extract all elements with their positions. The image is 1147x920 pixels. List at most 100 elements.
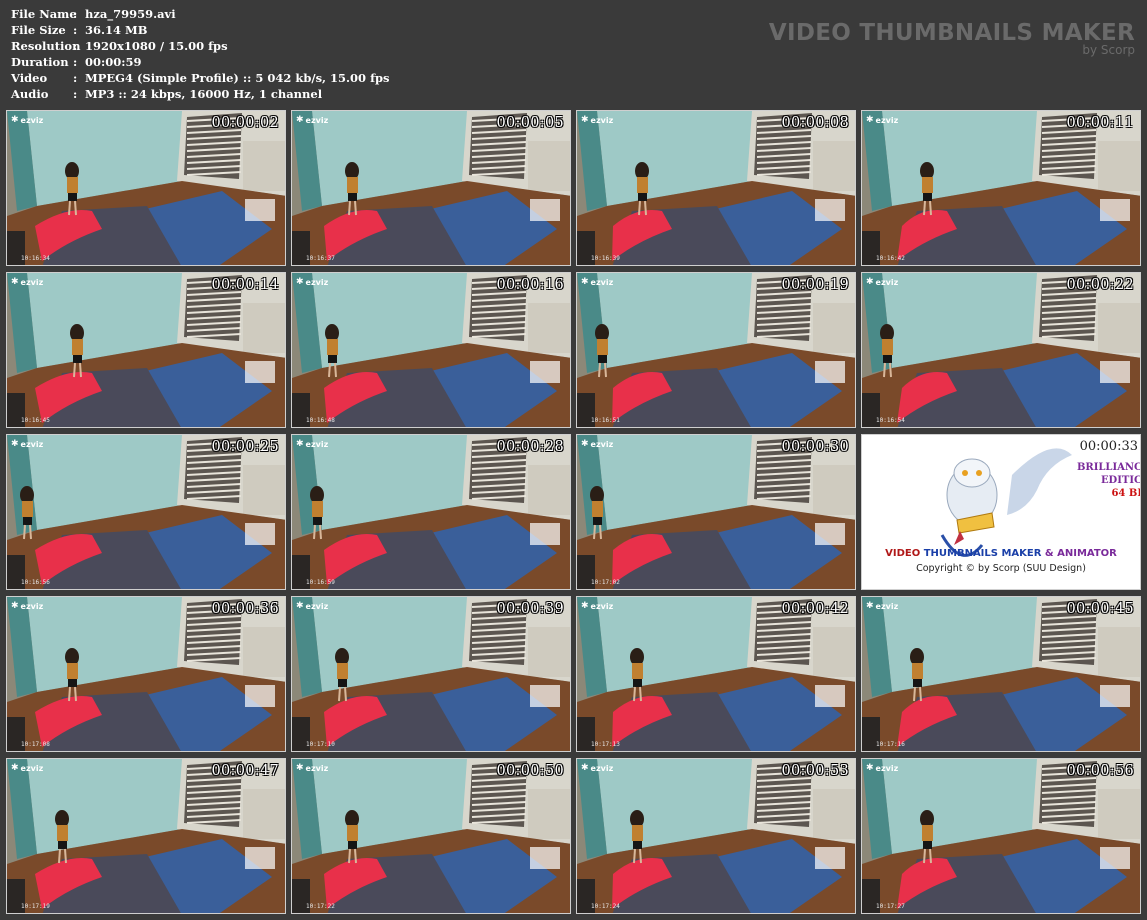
room-scene-image (7, 273, 285, 427)
camera-clock: 10:17:08 (21, 741, 50, 748)
camera-watermark: ✱ ezviz (11, 439, 43, 449)
room-scene-image (292, 273, 570, 427)
file-info-label: Resolution (11, 39, 81, 53)
ezviz-logo-icon: ✱ (581, 277, 589, 287)
thumbnail-timestamp: 00:00:14 (211, 277, 279, 293)
thumbnail-timestamp: 00:00:30 (781, 439, 849, 455)
file-info-colon: : (73, 23, 78, 37)
camera-brand-label: ezviz (305, 601, 329, 611)
video-thumbnail: ✱ ezviz 00:00:25 10:16:56 (6, 434, 286, 590)
camera-watermark: ✱ ezviz (296, 439, 328, 449)
file-info-label: Duration (11, 55, 69, 69)
ezviz-logo-icon: ✱ (296, 439, 304, 449)
file-info-label: File Name (11, 7, 77, 21)
camera-watermark: ✱ ezviz (11, 277, 43, 287)
camera-watermark: ✱ ezviz (581, 601, 613, 611)
file-info-colon: : (73, 7, 78, 21)
room-scene-image (862, 273, 1140, 427)
camera-clock: 10:17:02 (591, 579, 620, 586)
thumbnail-timestamp: 00:00:16 (496, 277, 564, 293)
camera-brand-label: ezviz (20, 115, 44, 125)
thumbnail-timestamp: 00:00:36 (211, 601, 279, 617)
thumbnail-timestamp: 00:00:33 (1079, 439, 1138, 454)
camera-brand-label: ezviz (20, 601, 44, 611)
camera-watermark: ✱ ezviz (866, 763, 898, 773)
camera-clock: 10:16:51 (591, 417, 620, 424)
camera-clock: 10:17:16 (876, 741, 905, 748)
room-scene-image (292, 111, 570, 265)
ezviz-logo-icon: ✱ (11, 115, 19, 125)
video-thumbnail: ✱ ezviz 00:00:36 10:17:08 (6, 596, 286, 752)
camera-brand-label: ezviz (305, 763, 329, 773)
camera-brand-label: ezviz (20, 439, 44, 449)
thumbnail-timestamp: 00:00:39 (496, 601, 564, 617)
room-scene-image (577, 273, 855, 427)
camera-watermark: ✱ ezviz (11, 601, 43, 611)
brand-watermark: VIDEO THUMBNAILS MAKER by Scorp (769, 20, 1135, 56)
video-thumbnail: ✱ ezviz 00:00:22 10:16:54 (861, 272, 1141, 428)
camera-brand-label: ezviz (20, 763, 44, 773)
camera-clock: 10:17:19 (21, 903, 50, 910)
thumbnail-timestamp: 00:00:25 (211, 439, 279, 455)
camera-watermark: ✱ ezviz (581, 115, 613, 125)
video-thumbnail: ✱ ezviz 00:00:05 10:16:37 (291, 110, 571, 266)
edition-text: EDITIC (1100, 475, 1141, 486)
file-info-colon: : (73, 39, 78, 53)
room-scene-image (292, 759, 570, 913)
ezviz-logo-icon: ✱ (11, 763, 19, 773)
camera-clock: 10:16:42 (876, 255, 905, 262)
video-thumbnail: ✱ ezviz 00:00:45 10:17:16 (861, 596, 1141, 752)
file-info: File Name: hza_79959.avi File Size:36.14 M… (11, 6, 390, 102)
camera-brand-label: ezviz (590, 601, 614, 611)
thumbnail-timestamp: 00:00:19 (781, 277, 849, 293)
thumbnail-timestamp: 00:00:50 (496, 763, 564, 779)
camera-clock: 10:16:45 (21, 417, 50, 424)
thumbnail-grid: ✱ ezviz 00:00:02 10:16:34 ✱ ezviz 00:00:05 10:… (6, 110, 1144, 916)
room-scene-image (7, 759, 285, 913)
camera-watermark: ✱ ezviz (581, 439, 613, 449)
edition-text: BRILLIANC (1076, 462, 1141, 473)
camera-clock: 10:16:54 (876, 417, 905, 424)
camera-watermark: ✱ ezviz (11, 115, 43, 125)
ezviz-logo-icon: ✱ (581, 115, 589, 125)
file-info-row: Duration:00:00:59 (11, 54, 390, 70)
camera-clock: 10:16:48 (306, 417, 335, 424)
camera-watermark: ✱ ezviz (866, 277, 898, 287)
camera-watermark: ✱ ezviz (296, 277, 328, 287)
ezviz-logo-icon: ✱ (581, 601, 589, 611)
camera-watermark: ✱ ezviz (866, 601, 898, 611)
logo-product-word: VIDEO (885, 548, 924, 559)
camera-brand-label: ezviz (875, 763, 899, 773)
file-info-colon: : (73, 71, 78, 85)
video-thumbnail: ✱ ezviz 00:00:28 10:16:59 (291, 434, 571, 590)
ezviz-logo-icon: ✱ (866, 115, 874, 125)
thumbnail-timestamp: 00:00:45 (1066, 601, 1134, 617)
ezviz-logo-icon: ✱ (866, 601, 874, 611)
thumbnail-timestamp: 00:00:42 (781, 601, 849, 617)
file-info-value: 36.14 MB (85, 23, 148, 37)
file-info-row: File Size:36.14 MB (11, 22, 390, 38)
camera-clock: 10:17:22 (306, 903, 335, 910)
file-info-value: hza_79959.avi (85, 7, 176, 21)
camera-clock: 10:16:34 (21, 255, 50, 262)
room-scene-image (577, 597, 855, 751)
brand-title: VIDEO THUMBNAILS MAKER (768, 20, 1135, 46)
video-thumbnail: ✱ ezviz 00:00:14 10:16:45 (6, 272, 286, 428)
thumbnail-timestamp: 00:00:08 (781, 115, 849, 131)
ezviz-logo-icon: ✱ (296, 601, 304, 611)
camera-watermark: ✱ ezviz (296, 115, 328, 125)
video-thumbnail: ✱ ezviz 00:00:11 10:16:42 (861, 110, 1141, 266)
room-scene-image (577, 435, 855, 589)
file-info-row: Audio: MP3 :: 24 kbps, 16000 Hz, 1 channe… (11, 86, 390, 102)
logo-product-word: THUMBNAILS MAKER (923, 548, 1042, 559)
camera-watermark: ✱ ezviz (296, 601, 328, 611)
camera-watermark: ✱ ezviz (581, 277, 613, 287)
video-thumbnail: ✱ ezviz 00:00:56 10:17:27 (861, 758, 1141, 914)
file-info-row: File Name: hza_79959.avi (11, 6, 390, 22)
room-scene-image (862, 759, 1140, 913)
ezviz-logo-icon: ✱ (866, 277, 874, 287)
file-info-value: MP3 :: 24 kbps, 16000 Hz, 1 channel (85, 87, 323, 101)
thumbnail-timestamp: 00:00:56 (1066, 763, 1134, 779)
file-info-row: Video: MPEG4 (Simple Profile) :: 5 042 kb… (11, 70, 390, 86)
thumbnail-timestamp: 00:00:28 (496, 439, 564, 455)
